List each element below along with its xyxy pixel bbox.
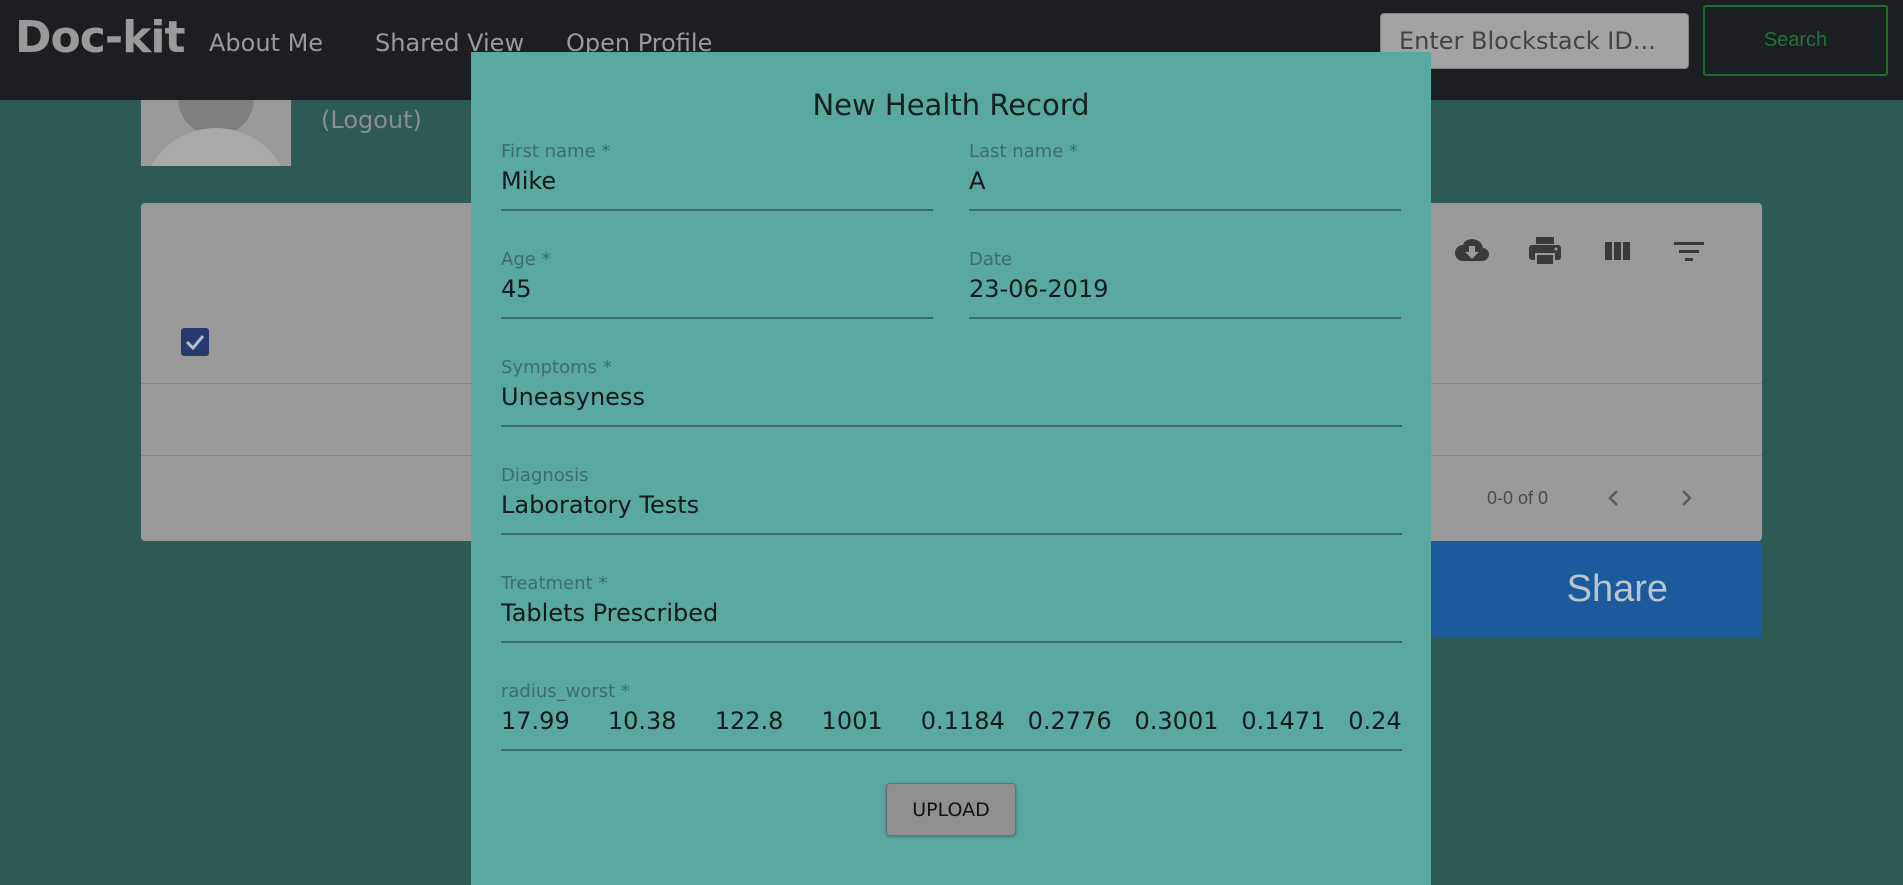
diagnosis-input[interactable]: Laboratory Tests xyxy=(501,491,1402,519)
first-name-input[interactable]: Mike xyxy=(501,167,933,195)
symptoms-input[interactable]: Uneasyness xyxy=(501,383,1402,411)
filter-icon[interactable] xyxy=(1669,231,1709,271)
symptoms-label: Symptoms * xyxy=(501,357,612,378)
diagnosis-underline xyxy=(501,533,1402,535)
upload-button[interactable]: UPLOAD xyxy=(886,783,1016,836)
date-input[interactable]: 23-06-2019 xyxy=(969,275,1401,303)
last-name-label: Last name * xyxy=(969,141,1078,162)
search-button[interactable]: Search xyxy=(1703,5,1888,76)
first-name-label: First name * xyxy=(501,141,611,162)
symptoms-underline xyxy=(501,425,1402,427)
radius-worst-label: radius_worst * xyxy=(501,681,630,702)
view-column-icon[interactable] xyxy=(1597,231,1637,271)
diagnosis-field[interactable]: Diagnosis Laboratory Tests xyxy=(501,465,1402,535)
age-underline xyxy=(501,317,933,319)
check-icon xyxy=(185,335,205,351)
last-name-field[interactable]: Last name * A xyxy=(969,141,1401,211)
cloud-download-icon[interactable] xyxy=(1452,231,1492,271)
radius-worst-field[interactable]: radius_worst * 17.99 10.38 122.8 1001 0.… xyxy=(501,681,1402,751)
diagnosis-label: Diagnosis xyxy=(501,465,589,486)
avatar-shoulders xyxy=(141,128,291,166)
share-button[interactable]: Share xyxy=(1415,542,1762,637)
last-name-underline xyxy=(969,209,1401,211)
nav-link-about-me[interactable]: About Me xyxy=(209,29,323,57)
first-name-underline xyxy=(501,209,933,211)
radius-worst-input[interactable]: 17.99 10.38 122.8 1001 0.1184 0.2776 0.3… xyxy=(501,707,1402,735)
treatment-label: Treatment * xyxy=(501,573,608,594)
age-label: Age * xyxy=(501,249,551,270)
treatment-field[interactable]: Treatment * Tablets Prescribed xyxy=(501,573,1402,643)
new-health-record-modal: New Health Record First name * Mike Last… xyxy=(471,52,1431,885)
pagination-text: 0-0 of 0 xyxy=(1487,488,1549,508)
radius-worst-underline xyxy=(501,749,1402,751)
print-icon[interactable] xyxy=(1525,231,1565,271)
first-name-field[interactable]: First name * Mike xyxy=(501,141,933,211)
last-name-input[interactable]: A xyxy=(969,167,1401,195)
treatment-underline xyxy=(501,641,1402,643)
treatment-input[interactable]: Tablets Prescribed xyxy=(501,599,1402,627)
logout-link[interactable]: (Logout) xyxy=(321,106,422,134)
brand-logo[interactable]: Doc-kit xyxy=(15,12,185,63)
modal-title: New Health Record xyxy=(812,88,1090,122)
date-label: Date xyxy=(969,249,1013,270)
chevron-left-icon[interactable] xyxy=(1599,483,1629,513)
age-input[interactable]: 45 xyxy=(501,275,933,303)
chevron-right-icon[interactable] xyxy=(1671,483,1701,513)
avatar xyxy=(141,100,291,166)
select-all-checkbox[interactable] xyxy=(181,328,209,356)
date-underline xyxy=(969,317,1401,319)
symptoms-field[interactable]: Symptoms * Uneasyness xyxy=(501,357,1402,427)
date-field[interactable]: Date 23-06-2019 xyxy=(969,249,1401,319)
age-field[interactable]: Age * 45 xyxy=(501,249,933,319)
